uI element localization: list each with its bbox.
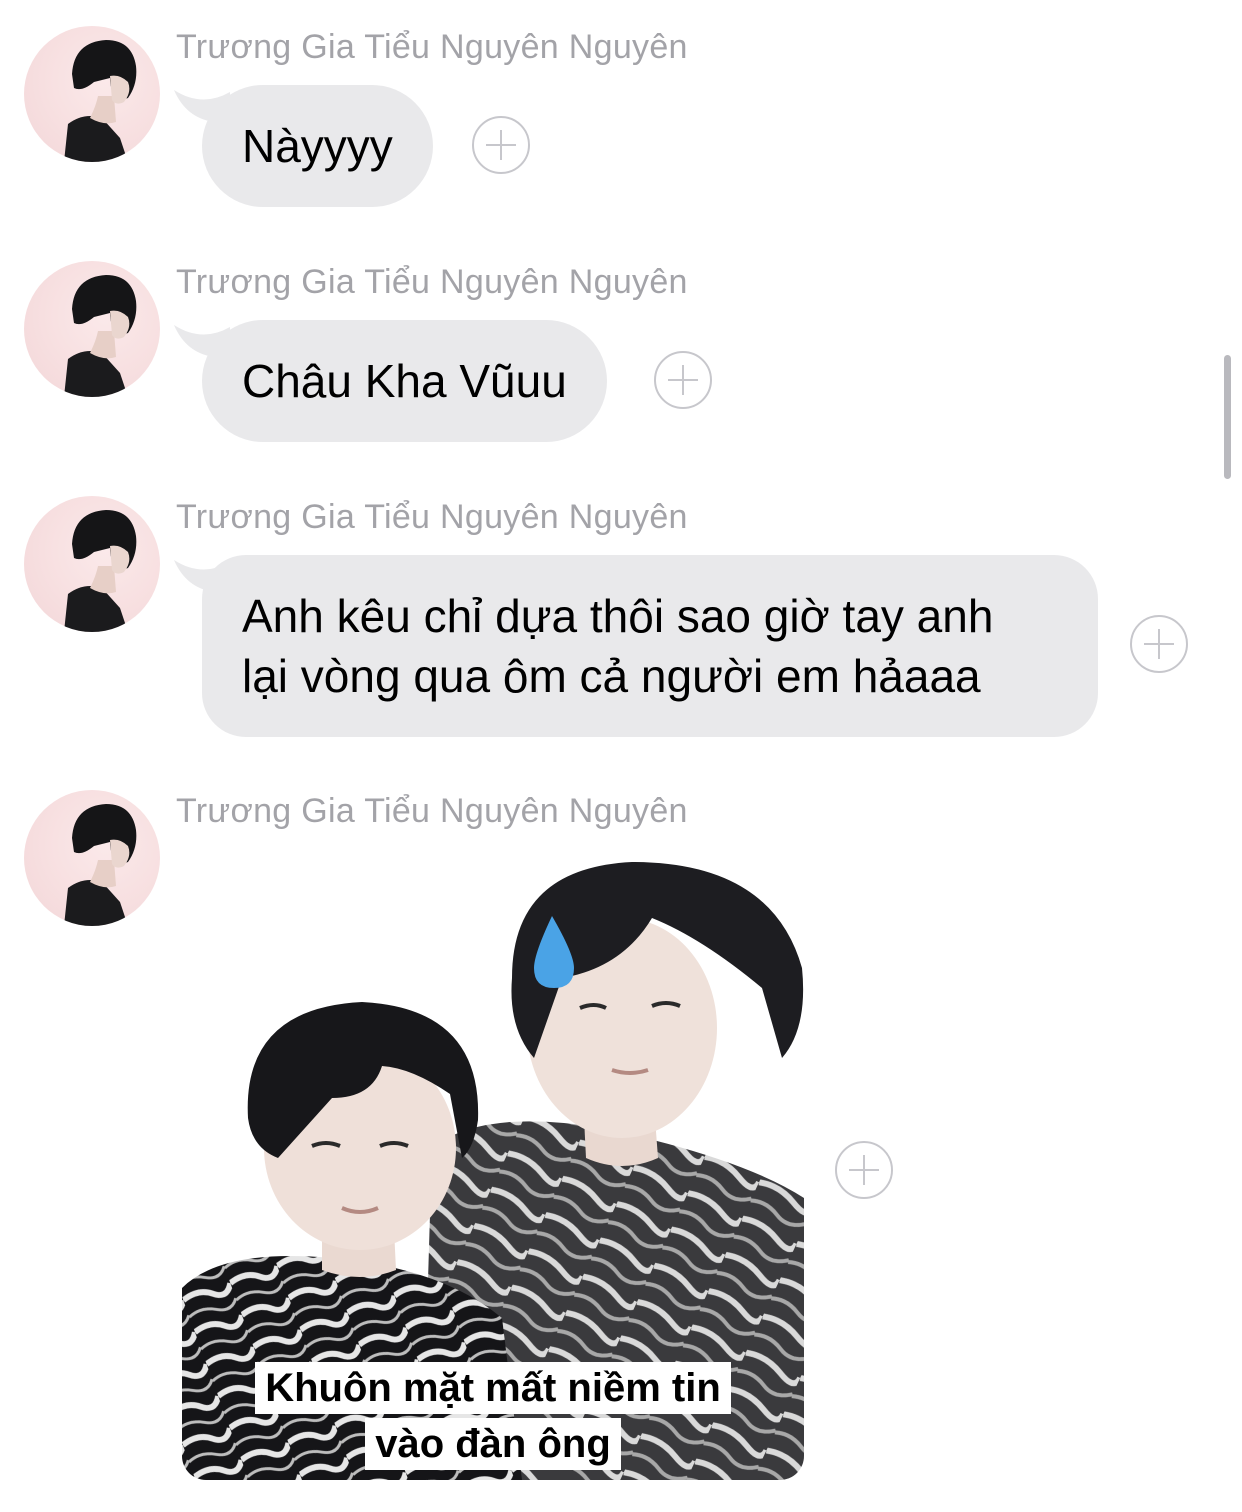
add-reaction-icon[interactable] xyxy=(1130,615,1188,673)
sender-name: Trương Gia Tiểu Nguyên Nguyên xyxy=(176,792,688,830)
sender-name: Trương Gia Tiểu Nguyên Nguyên xyxy=(176,28,688,66)
image-caption: Khuôn mặt mất niềm tin xyxy=(182,1362,804,1414)
message-text-line: lại vòng qua ôm cả người em hảaaa xyxy=(242,650,981,702)
message-text: Nàyyyy xyxy=(242,120,393,172)
image-message[interactable]: Khuôn mặt mất niềm tin vào đàn ông xyxy=(182,858,804,1480)
image-caption: vào đàn ông xyxy=(182,1418,804,1470)
add-reaction-icon[interactable] xyxy=(835,1141,893,1199)
avatar[interactable] xyxy=(24,261,160,397)
caption-line: vào đàn ông xyxy=(365,1418,621,1470)
message-text-line: Anh kêu chỉ dựa thôi sao giờ tay anh xyxy=(242,590,994,642)
sender-name: Trương Gia Tiểu Nguyên Nguyên xyxy=(176,498,688,536)
message-bubble[interactable]: Anh kêu chỉ dựa thôi sao giờ tay anh lại… xyxy=(202,555,1098,737)
message-bubble[interactable]: Nàyyyy xyxy=(202,85,433,207)
add-reaction-icon[interactable] xyxy=(472,116,530,174)
caption-line: Khuôn mặt mất niềm tin xyxy=(255,1362,731,1414)
avatar[interactable] xyxy=(24,496,160,632)
sender-name: Trương Gia Tiểu Nguyên Nguyên xyxy=(176,263,688,301)
avatar[interactable] xyxy=(24,26,160,162)
avatar[interactable] xyxy=(24,790,160,926)
message-text: Châu Kha Vũuu xyxy=(242,355,567,407)
scrollbar[interactable] xyxy=(1224,355,1231,479)
add-reaction-icon[interactable] xyxy=(654,351,712,409)
message-bubble[interactable]: Châu Kha Vũuu xyxy=(202,320,607,442)
